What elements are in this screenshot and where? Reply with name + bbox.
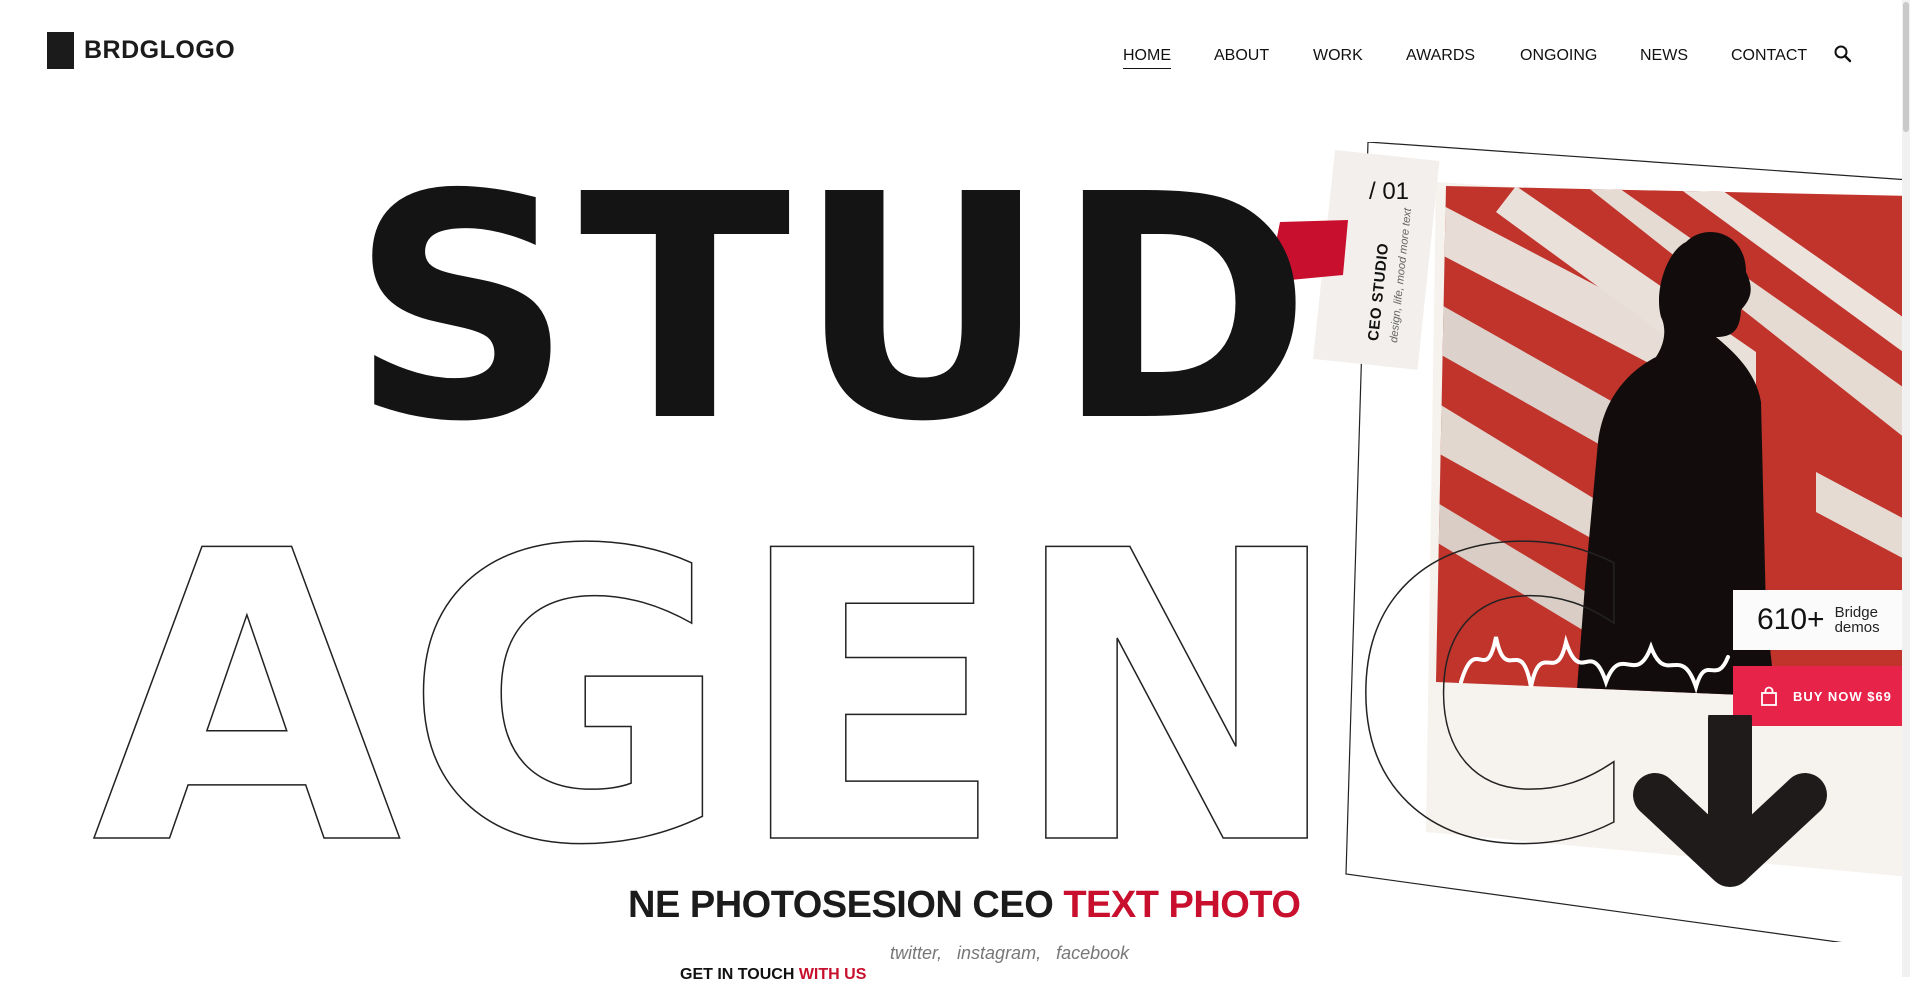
site-header: BRDGLOGO HOME ABOUT WORK AWARDS ONGOING … — [0, 0, 1910, 110]
stat-label-line2: demos — [1834, 619, 1880, 636]
social-instagram[interactable]: instagram, — [957, 943, 1041, 963]
stat-box: 610+ Bridge demos — [1733, 590, 1910, 650]
logo-text: BRDGLOGO — [84, 36, 236, 64]
get-in-touch-dark: GET IN TOUCH — [680, 966, 795, 983]
social-links: twitter, instagram, facebook — [890, 943, 1139, 964]
logo[interactable]: BRDGLOGO — [47, 32, 235, 69]
scrollbar-track[interactable] — [1902, 0, 1910, 977]
social-twitter[interactable]: twitter, — [890, 943, 942, 963]
nav-news[interactable]: NEWS — [1640, 47, 1688, 65]
logo-mark — [47, 32, 74, 69]
hero-title-outline: AGENC — [92, 520, 1641, 850]
social-facebook[interactable]: facebook — [1056, 943, 1129, 963]
search-icon[interactable] — [1833, 44, 1853, 64]
stat-number: 610+ — [1757, 603, 1825, 636]
hero-title-solid: STUD — [350, 129, 1318, 490]
nav-about[interactable]: ABOUT — [1214, 47, 1269, 65]
tag-number: / 01 — [1369, 178, 1410, 205]
nav-ongoing[interactable]: ONGOING — [1520, 47, 1597, 65]
hero-title-outline-svg: AGENC — [91, 520, 1641, 850]
hero-subtitle-dark: NE PHOTOSESION CEO — [628, 884, 1054, 926]
nav-work[interactable]: WORK — [1313, 47, 1363, 65]
nav-home[interactable]: HOME — [1123, 47, 1171, 69]
hero-subtitle: NE PHOTOSESION CEO TEXT PHOTO — [628, 884, 1301, 927]
get-in-touch[interactable]: GET IN TOUCH WITH US — [680, 966, 866, 984]
arrow-down-icon[interactable] — [1630, 715, 1830, 895]
stat-label: Bridge demos — [1835, 605, 1880, 635]
buy-now-label: BUY NOW $69 — [1793, 688, 1892, 704]
scrollbar-thumb[interactable] — [1903, 2, 1909, 132]
shopping-bag-icon — [1761, 686, 1777, 706]
nav-contact[interactable]: CONTACT — [1731, 47, 1807, 65]
nav-awards[interactable]: AWARDS — [1406, 47, 1475, 65]
get-in-touch-accent: WITH US — [798, 966, 867, 983]
hero-subtitle-accent: TEXT PHOTO — [1063, 884, 1301, 926]
